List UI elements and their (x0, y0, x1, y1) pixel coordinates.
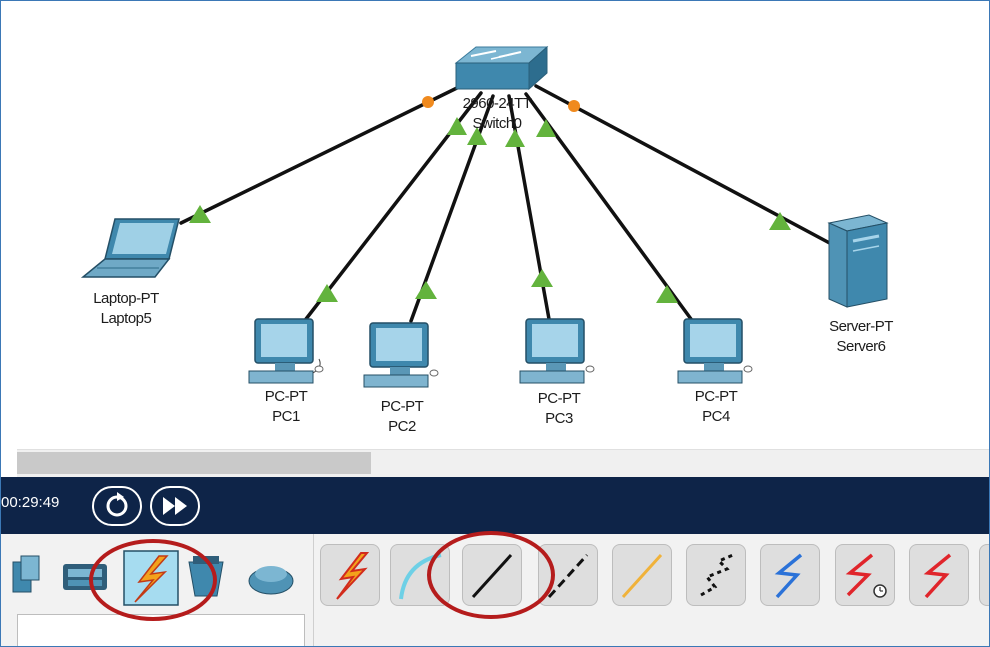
simulation-clock: 00:29:49 (1, 494, 60, 511)
link-pending-dot (568, 100, 580, 112)
switch0-icon (454, 45, 549, 91)
link-up-triangle (415, 281, 437, 299)
device-name: PC3 (545, 410, 573, 427)
server6-icon (827, 214, 889, 308)
scrollbar-thumb[interactable] (17, 452, 371, 474)
reset-icon (106, 492, 128, 517)
logical-workspace[interactable]: 2960-24TT Switch0 Laptop-PT Laptop5 PC-P… (1, 1, 989, 451)
link-up-triangle (189, 205, 211, 223)
automatic-connection-button[interactable] (320, 544, 380, 606)
device-model: PC-PT (380, 398, 424, 415)
device-model: Server-PT (829, 318, 893, 335)
realtime-bar: 00:29:49 (1, 477, 989, 534)
cable-laptop5 (179, 84, 463, 225)
pc4-icon (677, 318, 753, 384)
horizontal-scrollbar[interactable] (17, 449, 989, 477)
laptop5-label: Laptop-PT Laptop5 (71, 289, 181, 329)
link-up-triangle (316, 284, 338, 302)
octal-cable-button-partial[interactable] (979, 544, 989, 606)
device-name: Server6 (836, 338, 886, 355)
pc1-icon (248, 318, 324, 384)
pc2-icon (363, 322, 439, 388)
serial-dte-button[interactable] (909, 544, 969, 606)
coaxial-cable-icon (774, 553, 803, 599)
fast-forward-button[interactable] (150, 486, 200, 526)
pc2-label: PC-PT PC2 (352, 397, 452, 437)
serial-dce-icon (845, 553, 887, 598)
topology-diagram (80, 45, 889, 388)
pc3-label: PC-PT PC3 (509, 389, 609, 429)
pc3-icon (519, 318, 595, 384)
reset-time-button[interactable] (92, 486, 142, 526)
phone-cable-icon (700, 553, 734, 597)
automatic-connection-icon (336, 552, 370, 600)
link-up-triangle (531, 269, 553, 287)
device-name: PC2 (388, 418, 416, 435)
device-model: Laptop-PT (93, 290, 159, 307)
link-pending-dot (422, 96, 434, 108)
device-model: PC-PT (694, 388, 738, 405)
device-name: PC1 (272, 408, 300, 425)
server6-label: Server-PT Server6 (806, 317, 916, 357)
device-model: PC-PT (537, 390, 581, 407)
pc4-label: PC-PT PC4 (666, 387, 766, 427)
phone-cable-button[interactable] (686, 544, 746, 606)
multiuser-button[interactable] (245, 548, 299, 608)
serial-dce-button[interactable] (835, 544, 895, 606)
device-model: PC-PT (264, 388, 308, 405)
fiber-cable-icon (621, 553, 663, 599)
laptop5-icon (80, 218, 180, 278)
connections-highlight-circle (89, 539, 217, 621)
device-name: Laptop5 (100, 310, 152, 327)
packet-tracer-window: 2960-24TT Switch0 Laptop-PT Laptop5 PC-P… (0, 0, 990, 647)
fiber-cable-button[interactable] (612, 544, 672, 606)
fast-forward-icon (163, 497, 187, 515)
device-name: PC4 (702, 408, 730, 425)
serial-dte-icon (923, 553, 952, 599)
end-devices-button[interactable] (9, 548, 49, 608)
pc1-label: PC-PT PC1 (236, 387, 336, 427)
switch-name: Switch0 (472, 115, 522, 132)
panel-divider (313, 534, 314, 646)
switch-model: 2960-24TT (462, 95, 532, 112)
coaxial-cable-button[interactable] (760, 544, 820, 606)
switch0-label: 2960-24TT Switch0 (447, 94, 547, 134)
straight-through-highlight-circle (427, 531, 555, 619)
